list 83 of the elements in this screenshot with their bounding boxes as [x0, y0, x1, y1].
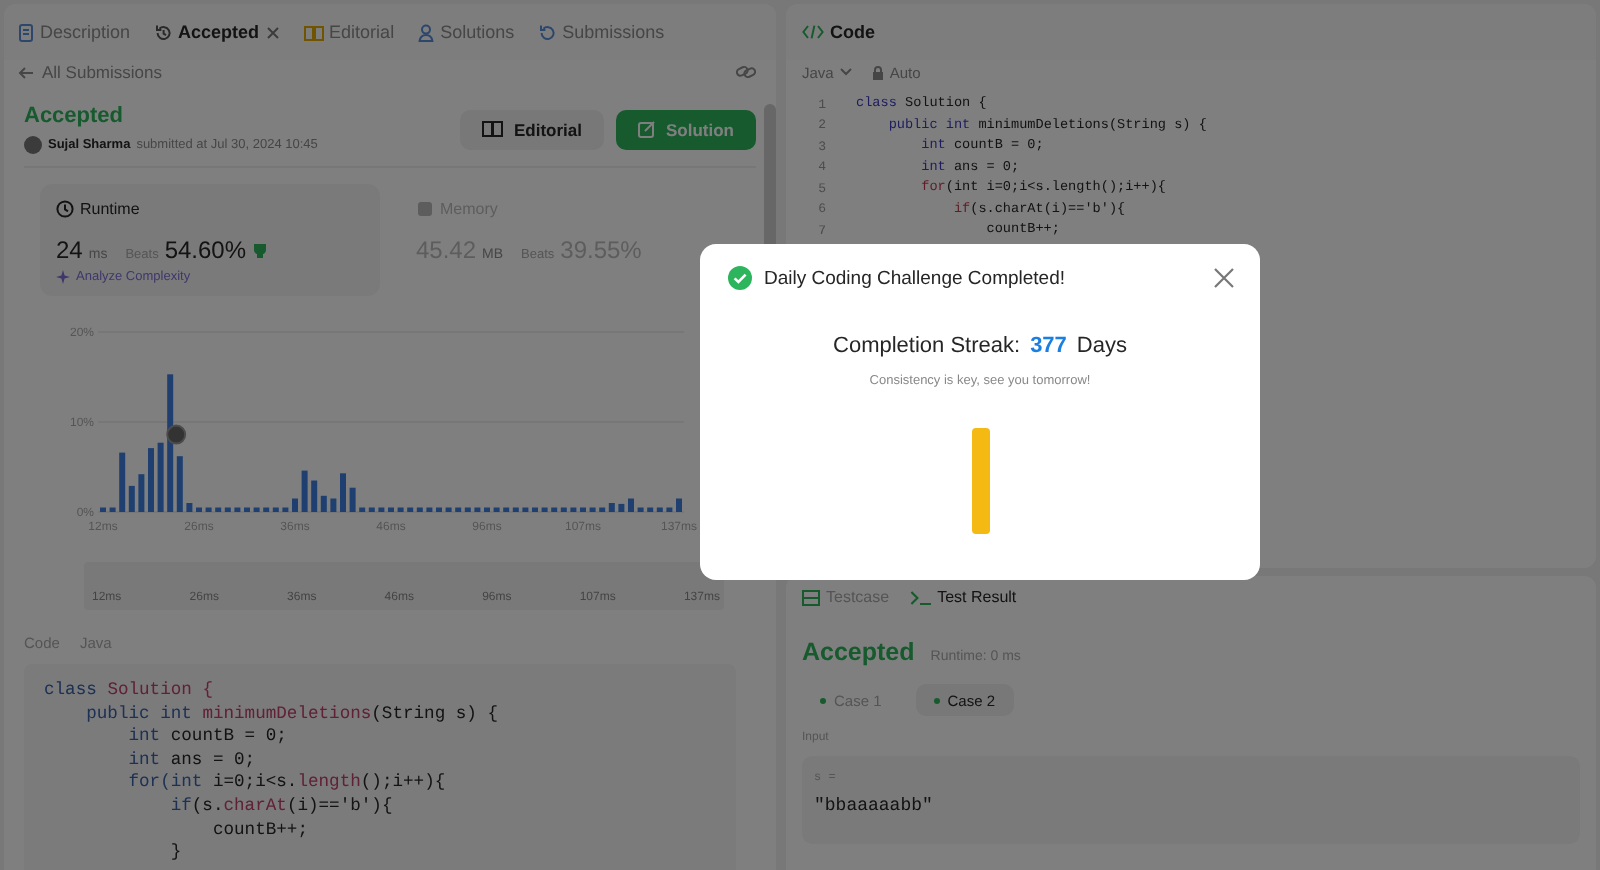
code-line: countB++; — [210, 819, 310, 843]
back-link[interactable]: All Submissions — [18, 62, 162, 82]
tab[interactable]: Test Result — [909, 588, 1017, 606]
history-icon — [538, 23, 557, 41]
chart-bar — [666, 507, 673, 512]
document-icon — [18, 23, 34, 41]
code-line: int ans = 0; — [126, 749, 258, 773]
chart-bar — [253, 507, 260, 512]
chart-bar — [282, 507, 289, 512]
code-line: int countB = 0; — [126, 726, 289, 750]
dialog-title: Daily Coding Challenge Completed! — [764, 267, 1068, 289]
code-line: if(s.charAt(i)=='b'){ — [168, 795, 395, 820]
close-icon — [1214, 268, 1234, 288]
chart-bar — [378, 507, 385, 512]
chart-bar — [618, 503, 625, 512]
streak-count: 377 — [1030, 334, 1067, 358]
checklist-icon — [802, 589, 820, 605]
sparkle-icon — [56, 270, 70, 284]
code-icon — [802, 24, 824, 40]
chart-bar — [436, 507, 442, 512]
edit-icon — [638, 120, 656, 138]
book-icon — [481, 120, 504, 138]
chart-bar — [541, 507, 548, 512]
chart-bar — [234, 507, 241, 512]
chevron-down-icon — [839, 68, 852, 76]
code-line: for(int i=0;i<s.length();i++){ — [126, 772, 448, 796]
link-icon[interactable] — [736, 64, 756, 80]
status-dot — [820, 697, 826, 703]
code-line: class Solution { — [44, 680, 215, 704]
status-dot — [933, 697, 940, 703]
chart-bar — [637, 507, 644, 512]
input-value: "bbaaaaabb" — [814, 796, 935, 816]
chart-bar — [148, 448, 154, 512]
lock-icon — [871, 65, 884, 79]
clock-icon — [56, 200, 74, 218]
submission-status: Accepted — [24, 104, 126, 128]
code-line: public int minimumDeletions(String s) { — [84, 703, 501, 727]
chart-bar — [426, 507, 433, 512]
chart-bar — [397, 507, 404, 512]
solution-button[interactable]: Solution — [616, 109, 756, 149]
avatar-icon — [166, 424, 187, 445]
chart-bar — [340, 473, 346, 512]
chart-bar — [205, 507, 212, 512]
close-icon[interactable] — [265, 25, 280, 39]
chart-bar — [109, 507, 116, 512]
avatar-icon — [24, 136, 42, 154]
chart-bar — [138, 474, 145, 512]
chip-icon — [416, 200, 434, 218]
history-icon — [154, 23, 173, 41]
chart-bar — [522, 507, 529, 512]
chart-bar — [388, 507, 394, 512]
tab[interactable]: Accepted — [154, 18, 260, 46]
chart-bar — [474, 507, 481, 512]
chart-bar — [301, 470, 308, 512]
beats-value: 54.60% — [164, 236, 247, 264]
back-arrow-icon — [18, 65, 34, 79]
chart-bar — [484, 507, 490, 512]
terminal-icon — [909, 589, 932, 605]
result-status: Accepted — [802, 638, 915, 666]
streak-label: Completion Streak: — [833, 334, 1021, 358]
chart-bar — [157, 442, 164, 512]
stat-title: Runtime — [80, 200, 140, 218]
chart-bar — [330, 498, 337, 512]
chart-bar — [196, 507, 202, 512]
chart-bar — [100, 507, 106, 512]
book-icon — [303, 23, 324, 41]
editorial-button[interactable]: Editorial — [459, 109, 604, 149]
trophy-icon — [252, 242, 269, 258]
chart-bar — [532, 507, 538, 512]
person-icon — [418, 23, 435, 41]
streak-unit: Days — [1076, 334, 1127, 358]
code-line: } — [168, 842, 184, 866]
stat-value: 24 — [56, 236, 83, 264]
bar-graphic — [971, 428, 989, 534]
close-button[interactable] — [1214, 268, 1234, 288]
panel-title: Code — [830, 22, 875, 42]
chart-bar — [493, 507, 500, 512]
chart-bar — [570, 507, 577, 512]
chart-bar — [589, 507, 596, 512]
chart-bar — [445, 507, 452, 512]
chart-bar — [580, 507, 586, 512]
chart-bar — [244, 507, 250, 512]
check-circle-icon — [728, 266, 752, 290]
